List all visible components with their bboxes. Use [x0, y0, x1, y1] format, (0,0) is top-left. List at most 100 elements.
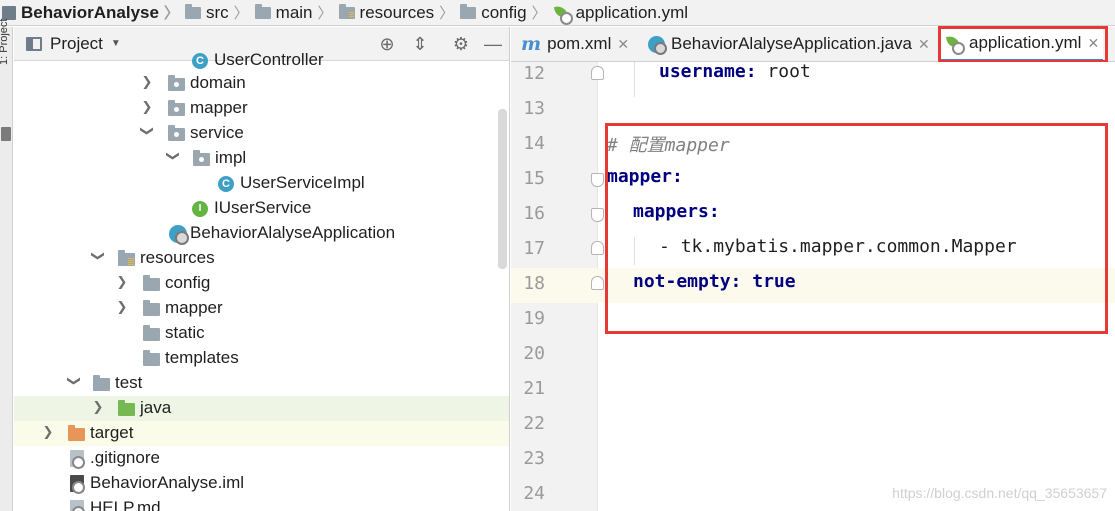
- spring-yml-icon: [553, 5, 573, 25]
- chevron-down-icon[interactable]: ❯: [139, 124, 155, 138]
- tree-node-usercontroller[interactable]: C UserController: [14, 48, 509, 73]
- markdown-file-icon: [70, 500, 85, 511]
- project-tree-scrollbar[interactable]: [498, 109, 507, 269]
- code-line[interactable]: 12 username: root: [511, 58, 1115, 93]
- code-line[interactable]: 22: [511, 408, 1115, 443]
- folder-icon: [93, 375, 110, 391]
- excluded-folder-icon: [68, 425, 85, 441]
- chevron-right-icon[interactable]: ❯: [115, 274, 129, 290]
- chevron-right-icon[interactable]: ❯: [91, 399, 105, 415]
- chevron-down-icon[interactable]: ❯: [66, 374, 82, 388]
- folder-icon: [143, 350, 160, 366]
- line-number: 21: [523, 378, 545, 399]
- breadcrumb-item-main[interactable]: main 〉: [254, 0, 339, 26]
- code-line[interactable]: 20: [511, 338, 1115, 373]
- tree-node-label: target: [90, 423, 134, 442]
- tree-node-templates[interactable]: templates: [14, 346, 509, 371]
- tree-node-gitignore[interactable]: .gitignore: [14, 446, 509, 471]
- code-text: username: root: [659, 61, 811, 82]
- tree-node-help-md[interactable]: HELP.md: [14, 496, 509, 511]
- tree-node-test-java[interactable]: ❯ java: [14, 396, 509, 421]
- file-icon: [70, 450, 85, 469]
- tab-label: pom.xml: [547, 34, 612, 53]
- code-line[interactable]: 15 mapper:: [511, 163, 1115, 198]
- fold-marker-icon[interactable]: [591, 66, 604, 80]
- fold-marker-icon[interactable]: [591, 241, 604, 255]
- iml-file-icon: [70, 475, 85, 494]
- code-line[interactable]: 17 - tk.mybatis.mapper.common.Mapper: [511, 233, 1115, 268]
- tree-node-impl[interactable]: ❯ impl: [14, 146, 509, 171]
- watermark-text: https://blog.csdn.net/qq_35653657: [892, 485, 1107, 501]
- close-icon[interactable]: ✕: [918, 36, 930, 53]
- project-tool-window-button[interactable]: 1: Project: [0, 0, 10, 65]
- fold-marker-icon[interactable]: [591, 276, 604, 290]
- line-number: 14: [523, 133, 545, 154]
- line-number: 15: [523, 168, 545, 189]
- chevron-down-icon[interactable]: ❯: [165, 149, 181, 163]
- breadcrumb-item-config[interactable]: config 〉: [460, 0, 552, 26]
- resources-folder-icon: [118, 250, 135, 266]
- folder-icon: [143, 300, 160, 316]
- fold-marker-icon[interactable]: [591, 173, 604, 187]
- code-line[interactable]: 21: [511, 373, 1115, 408]
- yaml-key: mapper: [607, 166, 673, 187]
- tree-node-mapper-package[interactable]: ❯ mapper: [14, 96, 509, 121]
- interface-icon: I: [192, 201, 208, 217]
- breadcrumb-item-file[interactable]: application.yml: [553, 0, 688, 26]
- close-icon[interactable]: ✕: [617, 36, 629, 53]
- breadcrumb-item-module[interactable]: BehaviorAnalyse 〉: [2, 0, 185, 26]
- tree-node-target[interactable]: ❯ target: [14, 421, 509, 446]
- maven-icon: m: [521, 33, 542, 55]
- folder-icon: [460, 3, 477, 19]
- chevron-right-icon[interactable]: ❯: [115, 299, 129, 315]
- tree-node-label: UserServiceImpl: [240, 173, 365, 192]
- tab-application-yml[interactable]: application.yml ✕: [941, 27, 1104, 62]
- chevron-right-icon[interactable]: ❯: [140, 74, 154, 90]
- tab-label: application.yml: [969, 33, 1082, 52]
- close-icon[interactable]: ✕: [1087, 35, 1099, 52]
- breadcrumb-label: main: [275, 2, 313, 22]
- tree-node-domain[interactable]: ❯ domain: [14, 71, 509, 96]
- package-icon: [168, 75, 185, 91]
- tree-node-test[interactable]: ❯ test: [14, 371, 509, 396]
- code-line[interactable]: 19: [511, 303, 1115, 338]
- tree-node-iuserservice[interactable]: I IUserService: [14, 196, 509, 221]
- chevron-right-icon: 〉: [233, 5, 249, 22]
- tree-node-static[interactable]: static: [14, 321, 509, 346]
- editor-tabs: m pom.xml ✕ BehaviorAlalyseApplication.j…: [511, 27, 1115, 62]
- package-icon: [168, 125, 185, 141]
- package-icon: [168, 100, 185, 116]
- chevron-right-icon: 〉: [317, 5, 333, 22]
- yaml-value: root: [767, 61, 811, 82]
- chevron-right-icon[interactable]: ❯: [41, 424, 55, 440]
- tab-application-java[interactable]: BehaviorAlalyseApplication.java ✕: [648, 27, 930, 61]
- breadcrumb-label: application.yml: [575, 2, 689, 22]
- code-line[interactable]: 14 # 配置mapper: [511, 128, 1115, 163]
- code-line[interactable]: 23: [511, 443, 1115, 478]
- chevron-right-icon[interactable]: ❯: [140, 99, 154, 115]
- code-line[interactable]: 13: [511, 93, 1115, 128]
- tree-node-label: resources: [140, 248, 215, 267]
- tree-node-application-class[interactable]: BehaviorAlalyseApplication: [14, 221, 509, 246]
- line-number: 13: [523, 98, 545, 119]
- tree-node-userserviceimpl[interactable]: C UserServiceImpl: [14, 171, 509, 196]
- line-number: 22: [523, 413, 545, 434]
- code-text: mappers:: [633, 201, 720, 222]
- chevron-down-icon[interactable]: ❯: [90, 249, 106, 263]
- tree-node-service[interactable]: ❯ service: [14, 121, 509, 146]
- tree-node-iml[interactable]: BehaviorAnalyse.iml: [14, 471, 509, 496]
- tree-node-resources[interactable]: ❯ resources: [14, 246, 509, 271]
- tree-node-config[interactable]: ❯ config: [14, 271, 509, 296]
- code-line-current[interactable]: 18 not-empty: true: [511, 268, 1115, 303]
- tab-pom-xml[interactable]: m pom.xml ✕: [521, 27, 629, 61]
- package-icon: [193, 150, 210, 166]
- fold-marker-icon[interactable]: [591, 208, 604, 222]
- breadcrumb-item-src[interactable]: src 〉: [184, 0, 255, 26]
- folder-icon: [254, 3, 271, 19]
- tree-node-mapper-folder[interactable]: ❯ mapper: [14, 296, 509, 321]
- code-line[interactable]: 16 mappers:: [511, 198, 1115, 233]
- breadcrumb-item-resources[interactable]: resources 〉: [338, 0, 461, 26]
- class-icon: C: [192, 53, 208, 69]
- tree-node-label: HELP.md: [90, 498, 161, 511]
- tree-node-label: BehaviorAlalyseApplication: [190, 223, 396, 242]
